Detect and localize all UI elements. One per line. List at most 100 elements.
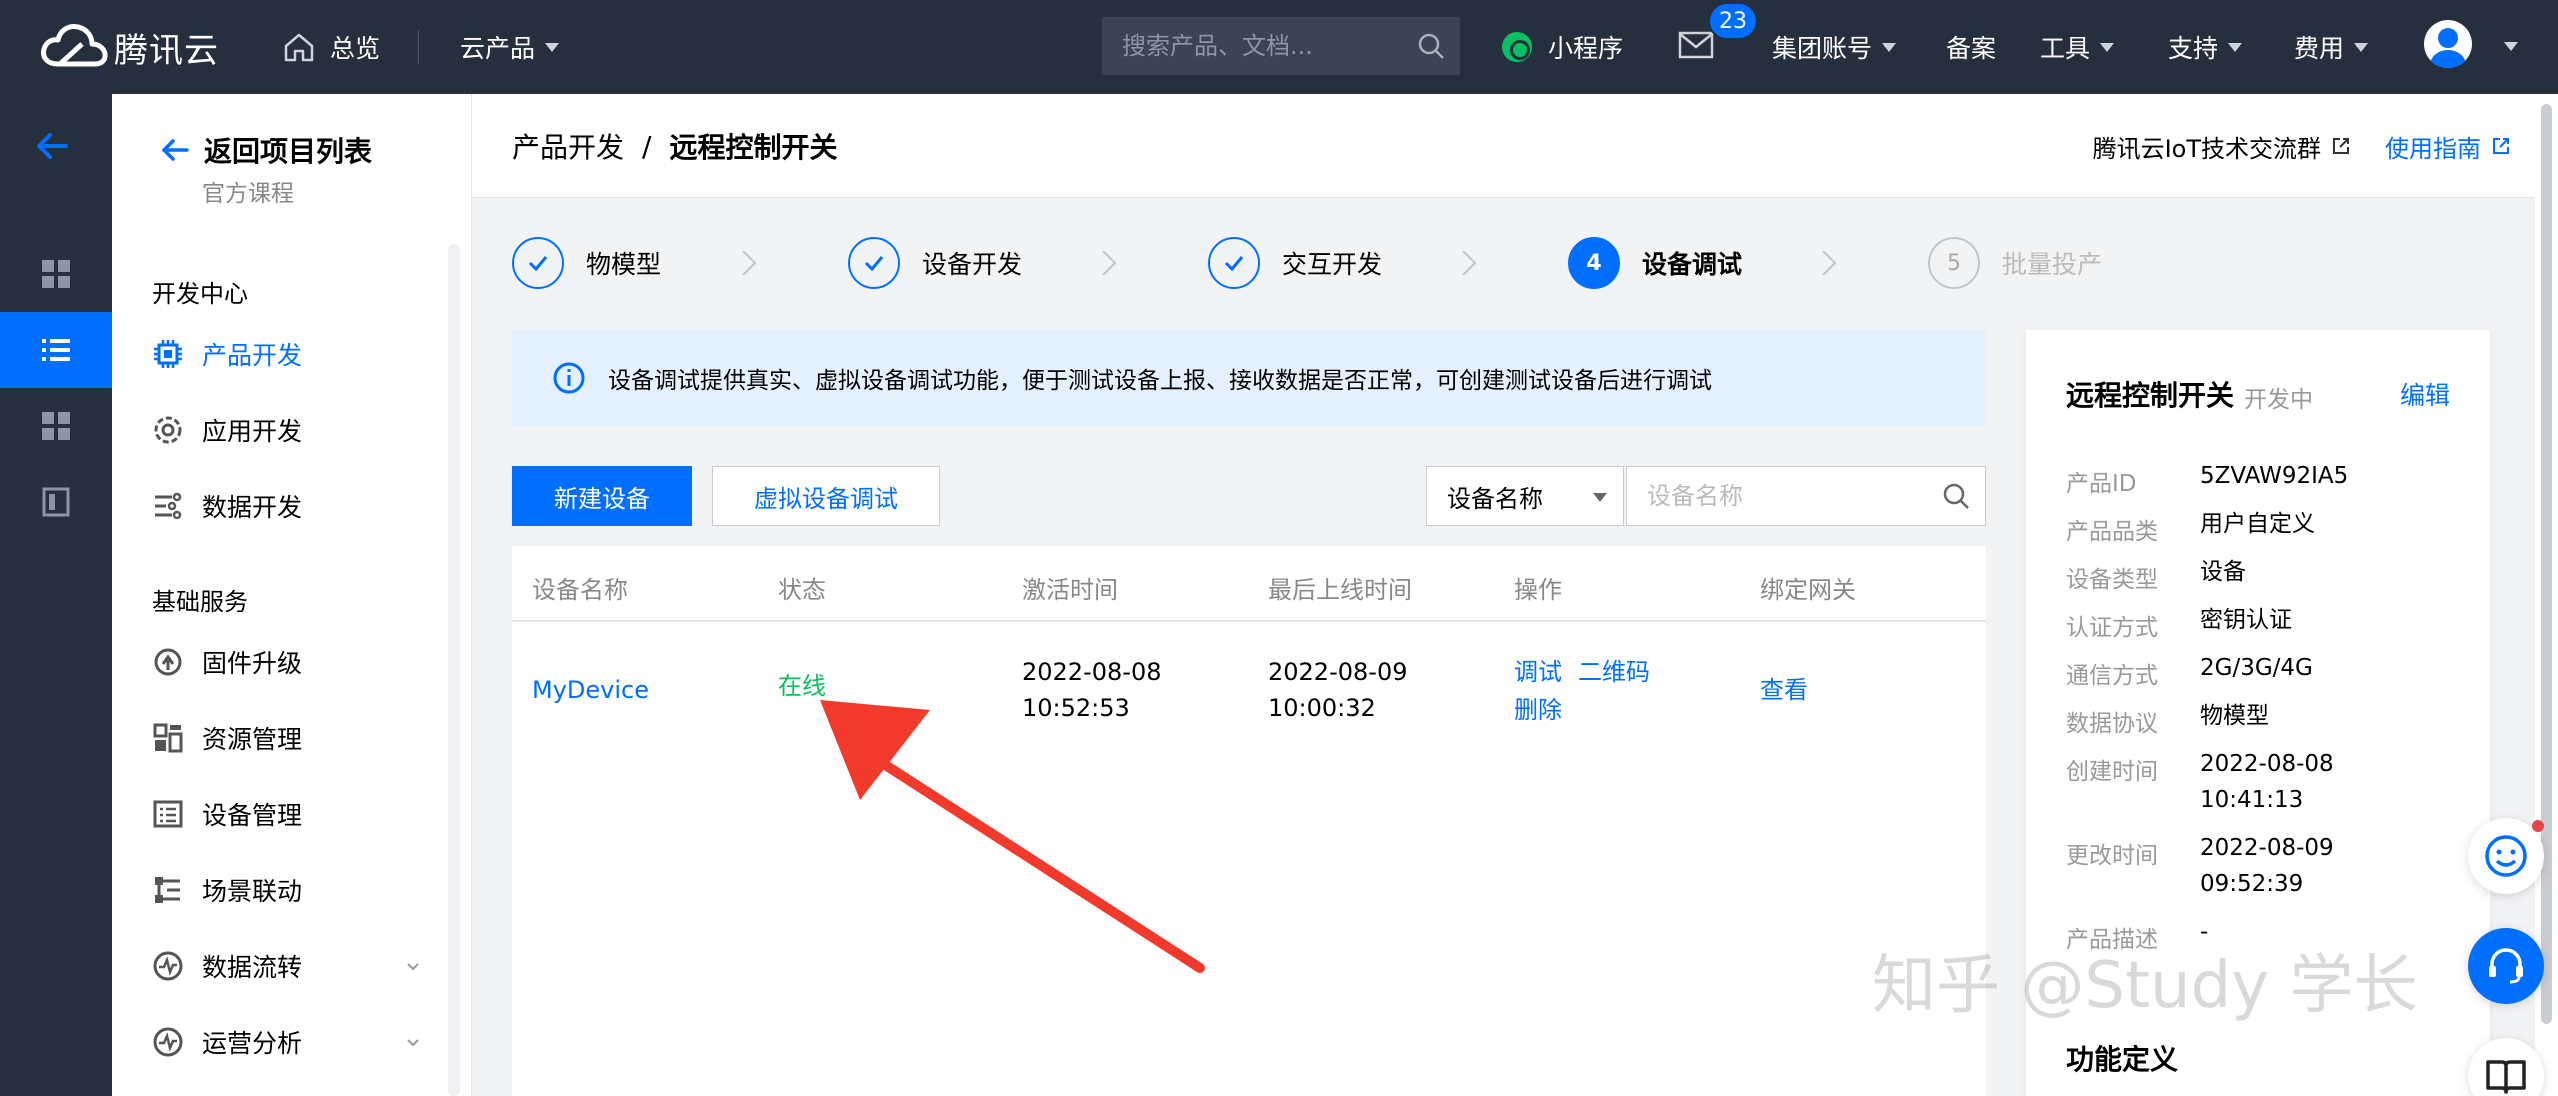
device-search[interactable] xyxy=(1626,466,1986,526)
chevron-down-icon xyxy=(1593,493,1607,502)
brand-logo[interactable]: 腾讯云 xyxy=(38,20,219,74)
step-number: 5 xyxy=(1928,237,1980,289)
mail-icon[interactable] xyxy=(1678,30,1714,60)
nav-support-label: 支持 xyxy=(2168,34,2219,63)
chevron-right-icon xyxy=(1822,250,1837,276)
global-search-input[interactable] xyxy=(1122,17,1402,75)
sidebar-item-data-dev[interactable]: 数据开发 xyxy=(152,484,452,528)
sidebar-item-devices[interactable]: 设备管理 xyxy=(152,792,452,836)
nav-products-dropdown[interactable]: 云产品 xyxy=(460,0,560,94)
back-to-projects-link[interactable]: 返回项目列表 xyxy=(158,130,372,170)
device-name-link[interactable]: MyDevice xyxy=(532,672,649,708)
global-search[interactable] xyxy=(1102,17,1460,75)
sidebar-item-app-dev[interactable]: 应用开发 xyxy=(152,408,452,452)
external-link-icon xyxy=(2333,138,2349,154)
check-icon xyxy=(528,256,548,272)
rail-list[interactable] xyxy=(0,312,112,388)
debug-action-link[interactable]: 调试 xyxy=(1514,654,1562,690)
search-icon[interactable] xyxy=(1416,31,1446,61)
field-value: 2G/3G/4G xyxy=(2200,655,2313,681)
activated-date: 2022-08-08 xyxy=(1022,658,1162,686)
step-device-debug[interactable]: 4 设备调试 xyxy=(1568,236,1742,290)
field-label: 认证方式 xyxy=(2066,615,2158,641)
sidebar-item-firmware[interactable]: 固件升级 xyxy=(152,640,452,684)
field-value: 2022-08-09 xyxy=(2200,835,2334,861)
sidebar-item-label: 固件升级 xyxy=(202,649,303,678)
analytics-icon xyxy=(153,1027,183,1057)
mail-count-badge: 23 xyxy=(1708,2,1758,40)
view-gateway-link[interactable]: 查看 xyxy=(1760,672,1808,708)
nav-filing[interactable]: 备案 xyxy=(1946,0,1996,94)
search-icon[interactable] xyxy=(1941,481,1971,511)
filter-field-select[interactable]: 设备名称 xyxy=(1426,466,1624,526)
info-banner: 设备调试提供真实、虚拟设备调试功能，便于测试设备上报、接收数据是否正常，可创建测… xyxy=(512,330,1986,426)
breadcrumb-parent[interactable]: 产品开发 xyxy=(512,126,624,166)
firmware-icon xyxy=(154,648,182,676)
step-number: 4 xyxy=(1568,237,1620,289)
sidebar-item-resources[interactable]: 资源管理 xyxy=(152,716,452,760)
step-mass-production[interactable]: 5 批量投产 xyxy=(1928,236,2102,290)
edit-product-link[interactable]: 编辑 xyxy=(2400,376,2450,412)
step-label: 设备开发 xyxy=(922,250,1023,279)
product-status: 开发中 xyxy=(2244,387,2313,413)
device-table: 设备名称 状态 激活时间 最后上线时间 操作 绑定网关 MyDevice 在线 … xyxy=(512,546,1986,1096)
nav-tools-label: 工具 xyxy=(2040,34,2091,63)
scenes-icon xyxy=(155,877,180,903)
user-guide-link[interactable]: 使用指南 xyxy=(2385,129,2511,164)
virtual-debug-button[interactable]: 虚拟设备调试 xyxy=(712,466,940,526)
chevron-down-icon[interactable] xyxy=(2504,42,2518,51)
document-icon xyxy=(42,487,70,517)
rail-dashboard[interactable] xyxy=(0,236,112,312)
step-label: 设备调试 xyxy=(1642,250,1743,279)
secondary-sidebar: 返回项目列表 官方课程 开发中心 产品开发 应用开发 数据开发 基础服务 固件升… xyxy=(112,94,472,1096)
field-label: 产品ID xyxy=(2066,471,2137,497)
nav-group-account-label: 集团账号 xyxy=(1772,34,1873,63)
arrow-left-icon xyxy=(162,139,189,161)
arrow-left-icon[interactable] xyxy=(32,126,72,166)
nav-miniapp[interactable]: 小程序 xyxy=(1502,0,1623,94)
rail-docs[interactable] xyxy=(0,464,112,540)
device-search-input[interactable] xyxy=(1647,467,1927,525)
field-label: 创建时间 xyxy=(2066,759,2158,785)
user-avatar[interactable] xyxy=(2424,20,2472,68)
chevron-right-icon xyxy=(1462,250,1477,276)
sidebar-item-scenes[interactable]: 场景联动 xyxy=(152,868,452,912)
step-model[interactable]: 物模型 xyxy=(512,236,661,290)
activated-time: 10:52:53 xyxy=(1022,694,1130,722)
rail-apps[interactable] xyxy=(0,388,112,464)
sidebar-scrollbar[interactable] xyxy=(448,244,460,1096)
nav-tools[interactable]: 工具 xyxy=(2040,0,2115,94)
header-links: 腾讯云IoT技术交流群 使用指南 xyxy=(2093,94,2511,198)
sidebar-item-product-dev[interactable]: 产品开发 xyxy=(152,332,452,376)
new-device-button[interactable]: 新建设备 xyxy=(512,466,692,526)
nav-products-label: 云产品 xyxy=(460,34,536,63)
step-label: 批量投产 xyxy=(2002,250,2103,279)
breadcrumb: 产品开发 / 远程控制开关 xyxy=(512,94,837,198)
delete-action-link[interactable]: 删除 xyxy=(1514,692,1562,728)
step-interaction-dev[interactable]: 交互开发 xyxy=(1208,236,1382,290)
customer-service-button[interactable] xyxy=(2468,928,2544,1004)
icon-rail xyxy=(0,94,112,1096)
nav-group-account[interactable]: 集团账号 xyxy=(1772,0,1897,94)
field-value: 10:41:13 xyxy=(2200,787,2304,813)
nav-overview[interactable]: 总览 xyxy=(282,0,380,94)
sidebar-item-label: 数据流转 xyxy=(202,953,303,982)
book-icon xyxy=(2486,1060,2526,1094)
list-icon xyxy=(42,339,70,361)
scrollbar-thumb[interactable] xyxy=(2541,104,2552,1024)
column-header: 操作 xyxy=(1514,576,1562,604)
home-icon xyxy=(284,33,314,62)
status-badge: 在线 xyxy=(778,672,826,700)
nav-billing[interactable]: 费用 xyxy=(2294,0,2369,94)
sidebar-item-operations[interactable]: 运营分析 xyxy=(152,1020,452,1064)
iot-group-link[interactable]: 腾讯云IoT技术交流群 xyxy=(2093,129,2351,164)
nav-support[interactable]: 支持 xyxy=(2168,0,2243,94)
qrcode-action-link[interactable]: 二维码 xyxy=(1578,654,1650,690)
resources-icon xyxy=(153,723,183,753)
data-dev-icon xyxy=(155,492,182,520)
step-device-dev[interactable]: 设备开发 xyxy=(848,236,1022,290)
sidebar-item-data-flow[interactable]: 数据流转 xyxy=(152,944,452,988)
headset-icon xyxy=(2489,948,2523,984)
chevron-down-icon xyxy=(2100,42,2115,52)
page-title: 远程控制开关 xyxy=(669,131,838,164)
